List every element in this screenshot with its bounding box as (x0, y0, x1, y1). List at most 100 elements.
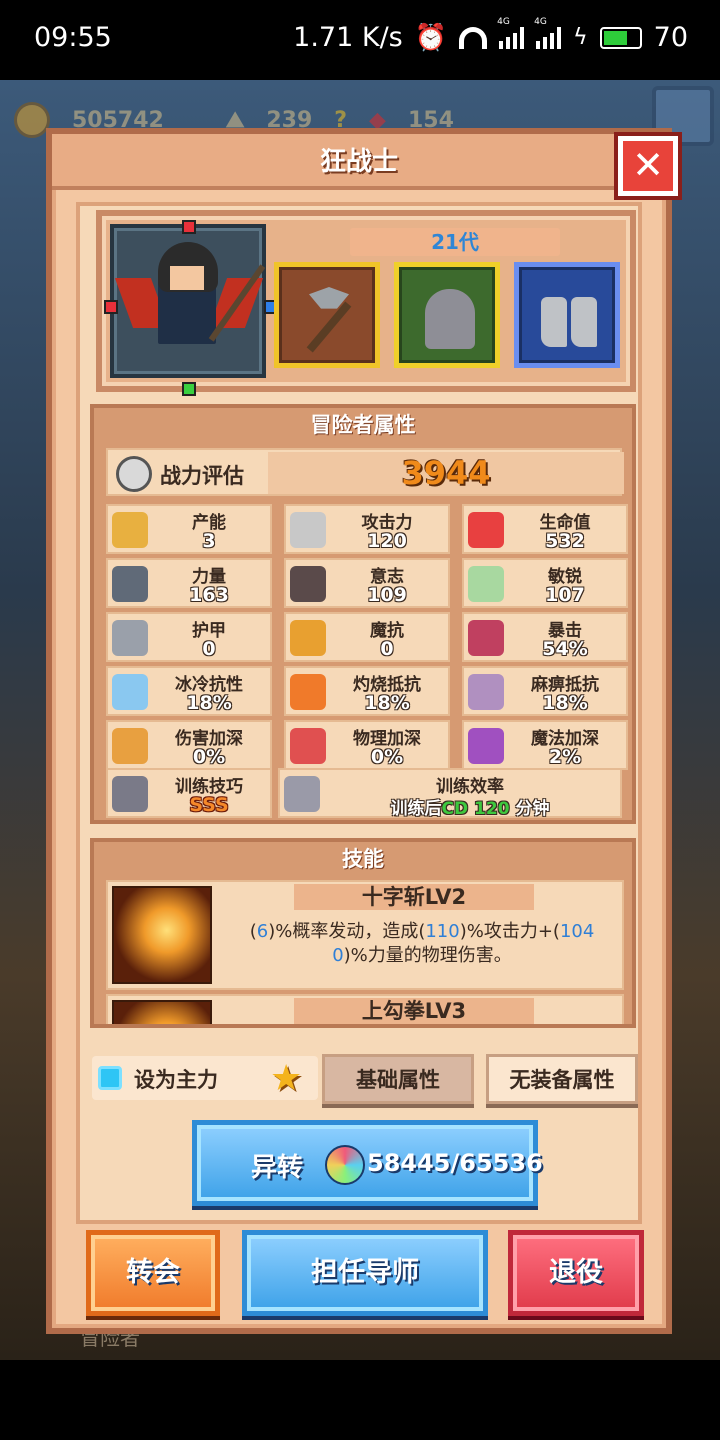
skills-panel[interactable]: 技能 十字斩LV2 (6)%概率发动，造成(110)%攻击力+(104 0)%力量… (90, 838, 636, 1028)
skill-card: 上勾拳LV3 (106, 994, 624, 1024)
signal-icon: 4G (534, 17, 562, 49)
wifi-icon (459, 26, 488, 49)
hero-face (170, 266, 204, 290)
fire-icon (290, 674, 326, 710)
battery-level: 70 (653, 22, 688, 53)
attribute-value: 109 (367, 584, 407, 606)
tab-basic-attributes[interactable]: 基础属性 (322, 1054, 474, 1104)
helmet-icon (116, 456, 152, 492)
power-value: 3944 (268, 452, 624, 494)
attribute-cell: 麻痹抵抗 18% (462, 666, 628, 716)
training-skill-cell: 训练技巧 SSS (106, 768, 272, 818)
hero-portrait[interactable] (104, 220, 278, 396)
skill-name: 十字斩LV2 (294, 884, 534, 910)
attribute-cell: 意志 109 (284, 558, 450, 608)
crystal-icon (112, 512, 148, 548)
hero-detail-dialog: 狂战士 ✕ 21代 冒险者属性 战力评估 3944 产能 3 攻击力 120 生… (46, 128, 682, 1334)
skill-card: 十字斩LV2 (6)%概率发动，造成(110)%攻击力+(104 0)%力量的物理… (106, 880, 624, 990)
attribute-value: 18% (186, 692, 232, 714)
armor-plate-icon (112, 620, 148, 656)
attribute-cell: 伤害加深 0% (106, 720, 272, 770)
alarm-icon: ⏰ (414, 22, 448, 53)
skill-name: 上勾拳LV3 (294, 998, 534, 1024)
wings-icon (468, 566, 504, 602)
network-speed: 1.71 K/s (293, 22, 403, 53)
skill-description: (6)%概率发动，造成(110)%攻击力+(104 0)%力量的物理伤害。 (249, 921, 595, 966)
attribute-value: 0% (370, 746, 404, 768)
magic-shield-icon (290, 620, 326, 656)
cross-slash-skill-icon (112, 886, 212, 984)
attribute-value: 0% (192, 746, 226, 768)
boot-icon (541, 297, 567, 347)
attribute-value: 0 (202, 638, 216, 660)
armor-slot[interactable] (394, 262, 500, 368)
attribute-cell: 魔抗 0 (284, 612, 450, 662)
red-marker-icon (104, 300, 118, 314)
crossed-swords-icon (284, 776, 320, 812)
set-main-toggle[interactable]: 设为主力 ★ (92, 1056, 318, 1100)
attribute-cell: 灼烧抵抗 18% (284, 666, 450, 716)
attribute-value: 532 (545, 530, 585, 552)
attribute-cell: 力量 163 (106, 558, 272, 608)
red-cross-icon (468, 512, 504, 548)
attribute-cell: 攻击力 120 (284, 504, 450, 554)
attributes-panel: 冒险者属性 战力评估 3944 产能 3 攻击力 120 生命值 532 力量 163 意志 10… (90, 404, 636, 824)
crossed-swords-icon (468, 620, 504, 656)
clock: 09:55 (34, 22, 112, 53)
sword-icon (290, 512, 326, 548)
training-skill-value: SSS (189, 794, 229, 816)
attribute-cell: 暴击 54% (462, 612, 628, 662)
tab-no-equipment-attributes[interactable]: 无装备属性 (486, 1054, 638, 1104)
training-efficiency-value: 训练后CD 120 分钟 (390, 799, 550, 819)
retire-button[interactable]: 退役 (508, 1230, 644, 1316)
attribute-value: 0 (380, 638, 394, 660)
transfer-button[interactable]: 转会 (86, 1230, 220, 1316)
rainbow-gem-icon (325, 1145, 365, 1185)
transform-cost: 58445/65536 (367, 1149, 543, 1177)
attribute-cell: 物理加深 0% (284, 720, 450, 770)
axe-icon (306, 301, 352, 353)
star-icon: ★ (270, 1058, 303, 1099)
attribute-cell: 护甲 0 (106, 612, 272, 662)
training-efficiency-cell: 训练效率 训练后CD 120 分钟 (278, 768, 622, 819)
attribute-cell: 敏锐 107 (462, 558, 628, 608)
close-icon: ✕ (632, 143, 664, 187)
attribute-value: 18% (542, 692, 588, 714)
attribute-value: 3 (202, 530, 216, 552)
attribute-value: 120 (367, 530, 407, 552)
attribute-cell: 生命值 532 (462, 504, 628, 554)
status-icons: 1.71 K/s ⏰ 4G 4G ϟ 70 (293, 17, 688, 54)
attribute-value: 54% (542, 638, 588, 660)
attributes-title: 冒险者属性 (310, 413, 416, 437)
wand-icon (468, 728, 504, 764)
red-marker-icon (182, 220, 196, 234)
charging-icon: ϟ (573, 25, 588, 50)
ice-icon (112, 674, 148, 710)
training-gear-icon (112, 776, 148, 812)
boots-slot[interactable] (514, 262, 620, 368)
attribute-value: 18% (364, 692, 410, 714)
transform-button[interactable]: 异转 58445/65536 (192, 1120, 543, 1206)
dialog-title: 狂战士 (52, 134, 666, 190)
weapon-slot[interactable] (274, 262, 380, 368)
chainmail-icon (425, 289, 475, 349)
home-indicator[interactable] (0, 1360, 720, 1440)
statue-icon (290, 566, 326, 602)
uppercut-skill-icon (112, 1000, 212, 1024)
anvil-icon (112, 566, 148, 602)
battery-icon (599, 26, 642, 49)
attribute-cell: 魔法加深 2% (462, 720, 628, 770)
claw-icon (112, 728, 148, 764)
generation-label: 21代 (350, 228, 560, 256)
close-button[interactable]: ✕ (614, 132, 682, 200)
mentor-button[interactable]: 担任导师 (242, 1230, 488, 1316)
hero-panel: 21代 (96, 210, 636, 396)
attribute-value: 2% (548, 746, 582, 768)
signal-icon: 4G (497, 17, 525, 49)
transform-label: 异转 (251, 1153, 304, 1183)
green-marker-icon (182, 382, 196, 396)
heart-axe-icon (290, 728, 326, 764)
attribute-value: 163 (189, 584, 229, 606)
checkbox-icon (98, 1066, 122, 1090)
power-rating-row: 战力评估 3944 (106, 448, 624, 496)
